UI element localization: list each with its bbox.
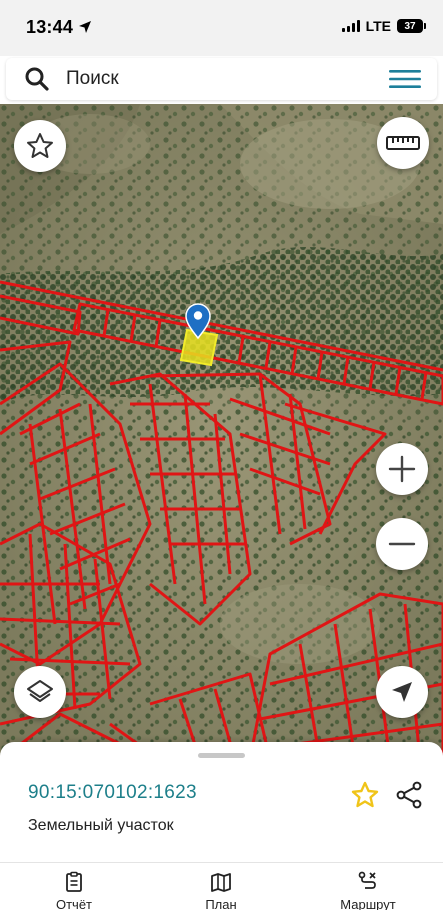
parcel-cadastral-number[interactable]: 90:15:070102:1623 bbox=[28, 782, 197, 804]
route-icon bbox=[358, 871, 376, 889]
status-time: 13:44 bbox=[26, 17, 74, 37]
satellite-map[interactable] bbox=[0, 104, 443, 760]
location-arrow-icon bbox=[79, 21, 91, 33]
sheet-grabber[interactable] bbox=[198, 753, 245, 758]
menu-icon[interactable] bbox=[389, 69, 421, 89]
tab-report[interactable]: Отчёт bbox=[24, 871, 124, 910]
cadastral-map[interactable] bbox=[0, 104, 443, 760]
tab-route-label: Маршрут bbox=[340, 897, 396, 910]
signal-icon bbox=[341, 20, 360, 32]
ruler-icon bbox=[386, 136, 420, 150]
tab-route[interactable]: Маршрут bbox=[318, 871, 418, 910]
navigation-arrow-icon bbox=[392, 682, 412, 702]
favorite-star-icon[interactable] bbox=[350, 780, 380, 810]
zoom-out-button[interactable] bbox=[376, 518, 428, 570]
locate-button[interactable] bbox=[376, 666, 428, 718]
tab-plan-label: План bbox=[205, 897, 237, 910]
map-icon bbox=[211, 873, 231, 892]
tab-bar: Отчёт План Маршрут bbox=[0, 862, 443, 910]
search-input[interactable]: Поиск bbox=[66, 68, 119, 90]
tab-report-label: Отчёт bbox=[55, 897, 93, 910]
status-indicators: LTE 37 bbox=[341, 18, 426, 34]
minus-icon bbox=[388, 542, 416, 546]
share-icon[interactable] bbox=[394, 780, 424, 810]
layers-button[interactable] bbox=[14, 666, 66, 718]
network-type: LTE bbox=[365, 18, 391, 34]
search-bar[interactable]: Поиск bbox=[6, 58, 437, 100]
battery-level: 37 bbox=[404, 20, 416, 32]
battery-icon: 37 bbox=[397, 19, 426, 33]
favorite-map-button[interactable] bbox=[14, 120, 66, 172]
clipboard-icon bbox=[66, 871, 82, 892]
tab-plan[interactable]: План bbox=[171, 871, 271, 910]
search-icon bbox=[25, 67, 49, 91]
status-bar: 13:44 LTE 37 bbox=[0, 0, 443, 56]
zoom-in-button[interactable] bbox=[376, 443, 428, 495]
star-outline-icon bbox=[27, 133, 53, 158]
layers-icon bbox=[27, 680, 53, 702]
parcel-type: Земельный участок bbox=[28, 817, 174, 834]
ruler-button[interactable] bbox=[377, 117, 429, 169]
parcel-info-sheet[interactable]: 90:15:070102:1623 Земельный участок bbox=[0, 742, 443, 867]
plus-icon bbox=[388, 455, 416, 483]
